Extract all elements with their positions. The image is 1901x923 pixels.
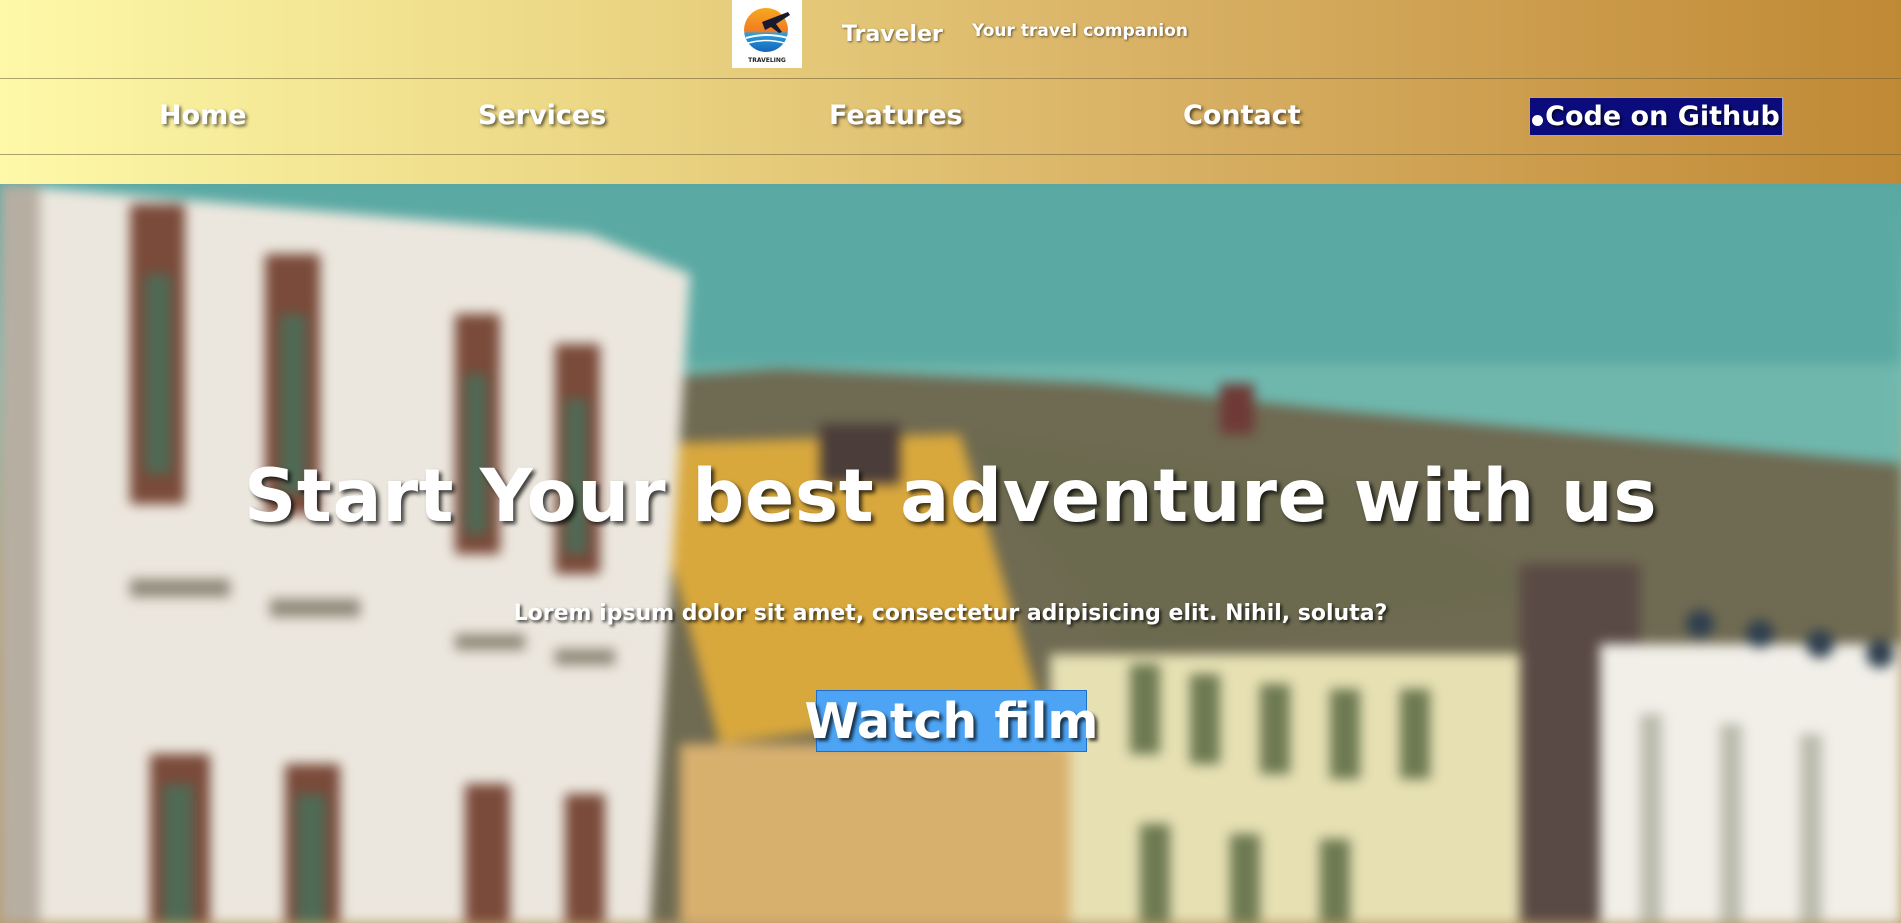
hero-subtitle: Lorem ipsum dolor sit amet, consectetur … [513, 601, 1388, 626]
github-icon [1532, 115, 1544, 126]
nav-services-link[interactable]: Services [478, 100, 606, 131]
watch-film-button[interactable]: Watch film [805, 690, 1098, 752]
github-button-label: Code on Github [1545, 101, 1780, 132]
brand-tagline: Your travel companion [972, 21, 1188, 41]
logo-text: TRAVELING [748, 57, 786, 64]
github-button[interactable]: Code on Github [1529, 97, 1783, 136]
nav-contact-link[interactable]: Contact [1183, 100, 1301, 131]
brand-name[interactable]: Traveler [842, 22, 943, 47]
hero-section: Start Your best adventure with us Lorem … [0, 184, 1901, 923]
nav-bottom-divider [0, 154, 1901, 155]
plane-logo-icon: TRAVELING [744, 8, 790, 64]
brand-row: TRAVELING Traveler Your travel companion [0, 0, 1901, 78]
hero-background-image [0, 184, 1901, 923]
nav-home-link[interactable]: Home [159, 100, 247, 131]
logo[interactable]: TRAVELING [732, 0, 802, 68]
nav-top-divider [0, 78, 1901, 79]
hero-title: Start Your best adventure with us [243, 454, 1658, 539]
site-header: TRAVELING Traveler Your travel companion… [0, 0, 1901, 184]
nav-features-link[interactable]: Features [829, 100, 963, 131]
